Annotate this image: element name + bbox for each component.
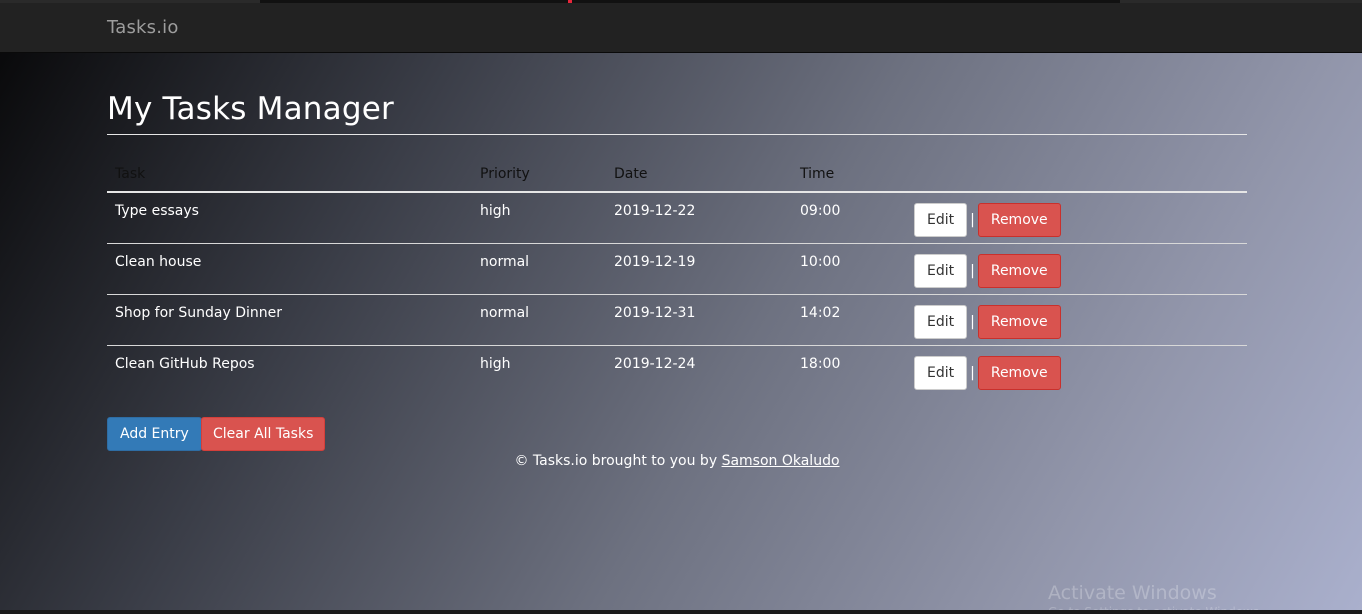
author-link[interactable]: Samson Okaludo: [722, 453, 840, 469]
action-separator: |: [970, 313, 975, 330]
task-priority: high: [472, 344, 606, 396]
task-name: Clean house: [107, 242, 472, 294]
footer-text: © Tasks.io brought to you by: [514, 453, 722, 469]
task-priority: normal: [472, 293, 606, 345]
table-header-row: Task Priority Date Time: [107, 156, 1247, 193]
task-name: Clean GitHub Repos: [107, 344, 472, 396]
remove-button[interactable]: Remove: [977, 304, 1061, 339]
task-date: 2019-12-22: [614, 203, 696, 219]
action-separator: |: [970, 364, 975, 381]
column-header-task: Task: [107, 156, 472, 193]
tasks-table: Task Priority Date Time Type essays high…: [107, 156, 1247, 396]
navbar-brand[interactable]: Tasks.io: [107, 17, 179, 38]
remove-button[interactable]: Remove: [977, 203, 1061, 237]
task-priority: high: [480, 203, 511, 219]
title-divider: [107, 134, 1247, 135]
column-header-priority: Priority: [472, 156, 606, 193]
bottom-edge: [0, 610, 1362, 614]
table-row: Clean GitHub Repos high 2019-12-24 18:00…: [107, 344, 1247, 396]
edit-button[interactable]: Edit: [914, 253, 968, 288]
column-header-time: Time: [792, 156, 906, 193]
table-row: Type essays high 2019-12-22 09:00 Edit | R…: [107, 192, 1247, 243]
row-actions: Edit | Remove: [906, 192, 1247, 243]
task-date: 2019-12-19: [606, 242, 792, 294]
task-date: 2019-12-24: [606, 344, 792, 396]
window-top-strip: [0, 0, 1362, 3]
row-actions: Edit | Remove: [906, 344, 1247, 396]
clear-all-tasks-button[interactable]: Clear All Tasks: [201, 417, 326, 451]
page-title: My Tasks Manager: [107, 91, 394, 127]
row-actions: Edit | Remove: [906, 242, 1247, 294]
action-separator: |: [970, 212, 975, 228]
remove-button[interactable]: Remove: [977, 253, 1061, 288]
task-date: 2019-12-31: [606, 293, 792, 345]
edit-button[interactable]: Edit: [914, 203, 968, 237]
edit-button[interactable]: Edit: [914, 304, 968, 339]
task-priority: normal: [472, 242, 606, 294]
task-time: 10:00: [792, 242, 906, 294]
table-row: Shop for Sunday Dinner normal 2019-12-31…: [107, 293, 1247, 345]
task-time: 09:00: [800, 203, 841, 219]
add-entry-button[interactable]: Add Entry: [107, 417, 202, 451]
task-name: Type essays: [115, 203, 199, 219]
action-separator: |: [970, 262, 975, 279]
task-name: Shop for Sunday Dinner: [107, 293, 472, 345]
row-actions: Edit | Remove: [906, 293, 1247, 345]
task-time: 14:02: [792, 293, 906, 345]
column-header-date: Date: [606, 156, 792, 193]
footer: © Tasks.io brought to you by Samson Okal…: [107, 453, 1247, 469]
navbar: Tasks.io: [0, 0, 1362, 53]
edit-button[interactable]: Edit: [914, 355, 968, 390]
remove-button[interactable]: Remove: [977, 355, 1061, 390]
column-header-actions: [906, 156, 1247, 193]
activate-windows-watermark: Activate Windows: [1048, 582, 1217, 604]
table-row: Clean house normal 2019-12-19 10:00 Edit…: [107, 242, 1247, 294]
task-time: 18:00: [792, 344, 906, 396]
